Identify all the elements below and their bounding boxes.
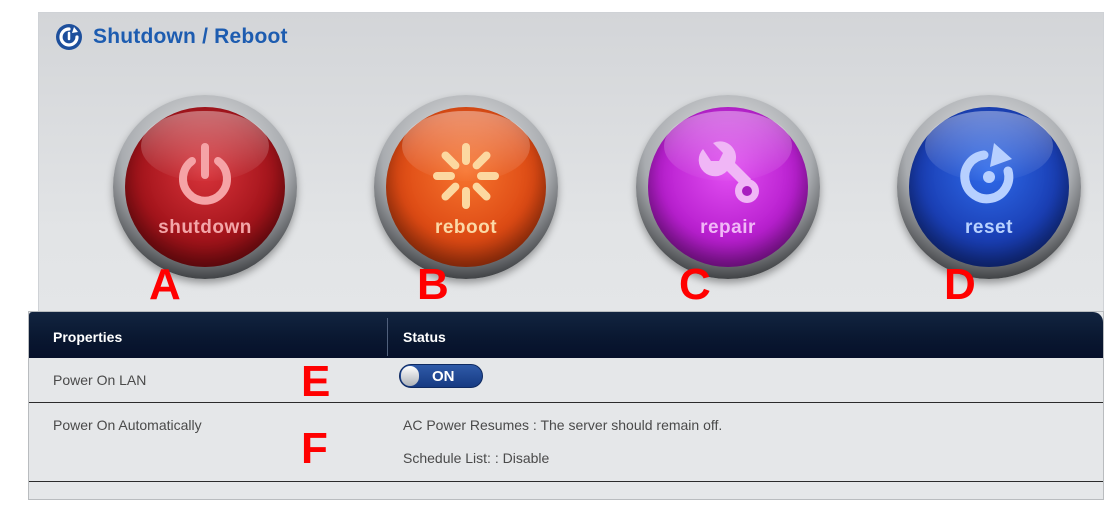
power-on-lan-toggle[interactable]: ON [399, 364, 483, 388]
toggle-state-text: ON [432, 368, 455, 385]
property-power-on-automatically: Power On Automatically [53, 417, 202, 433]
reboot-label: reboot [434, 217, 498, 238]
status-schedule-list: Schedule List: : Disable [403, 450, 550, 466]
page-title: Shutdown / Reboot [93, 25, 288, 48]
table-header: Properties Status [29, 312, 1103, 358]
shutdown-reboot-logo-icon [56, 24, 82, 50]
marker-d: D [944, 260, 976, 309]
row-divider [29, 402, 1103, 403]
column-header-properties: Properties [53, 329, 123, 345]
repair-label: repair [700, 217, 756, 238]
spinner-icon [433, 143, 499, 209]
status-ac-power-resumes: AC Power Resumes : The server should rem… [403, 417, 723, 433]
shutdown-button[interactable]: shutdown [113, 95, 297, 279]
power-icon [179, 143, 231, 205]
column-header-status: Status [403, 329, 446, 345]
properties-table: Properties Status Power On LAN E ON Powe… [28, 311, 1104, 500]
row-divider-bottom [29, 481, 1103, 482]
marker-b: B [417, 260, 449, 309]
shutdown-label: shutdown [158, 217, 252, 238]
reboot-button[interactable]: reboot [374, 95, 558, 279]
reset-button[interactable]: reset [897, 95, 1081, 279]
page-header: Shutdown / Reboot [55, 23, 288, 51]
reset-label: reset [965, 217, 1013, 238]
reset-arrow-icon [960, 143, 1014, 204]
marker-c: C [679, 260, 711, 309]
toggle-knob[interactable] [401, 366, 419, 386]
repair-button[interactable]: repair [636, 95, 820, 279]
property-power-on-lan: Power On LAN [53, 372, 147, 388]
marker-e: E [301, 357, 331, 406]
marker-f: F [301, 424, 328, 473]
wrench-icon [698, 141, 759, 203]
marker-a: A [149, 260, 181, 309]
column-separator [387, 318, 388, 356]
